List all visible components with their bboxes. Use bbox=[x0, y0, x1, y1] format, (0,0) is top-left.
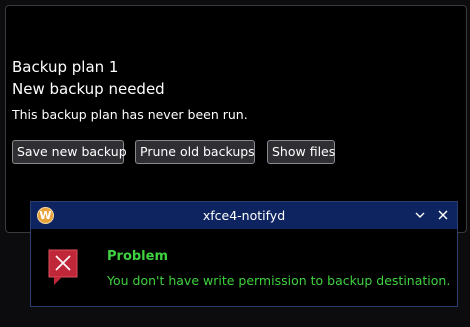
save-new-backup-button[interactable]: Save new backup bbox=[12, 140, 127, 164]
notification-titlebar: W xfce4-notifyd bbox=[31, 202, 457, 229]
notification-summary: Problem bbox=[107, 249, 168, 264]
close-icon[interactable] bbox=[436, 208, 450, 222]
notification-popup[interactable]: W xfce4-notifyd Problem You don't have w… bbox=[30, 201, 458, 307]
error-dialog-icon bbox=[48, 249, 78, 285]
notification-title: xfce4-notifyd bbox=[202, 208, 286, 223]
plan-description: This backup plan has never been run. bbox=[12, 107, 248, 122]
chevron-down-icon[interactable] bbox=[413, 208, 427, 222]
show-files-button[interactable]: Show files bbox=[267, 140, 335, 164]
plan-title: Backup plan 1 bbox=[12, 58, 119, 76]
prune-old-backups-button[interactable]: Prune old backups bbox=[135, 140, 255, 164]
notification-body: You don't have write permission to backu… bbox=[107, 273, 451, 288]
plan-status: New backup needed bbox=[12, 80, 165, 98]
backup-plan-panel: Backup plan 1 New backup needed This bac… bbox=[5, 5, 467, 233]
